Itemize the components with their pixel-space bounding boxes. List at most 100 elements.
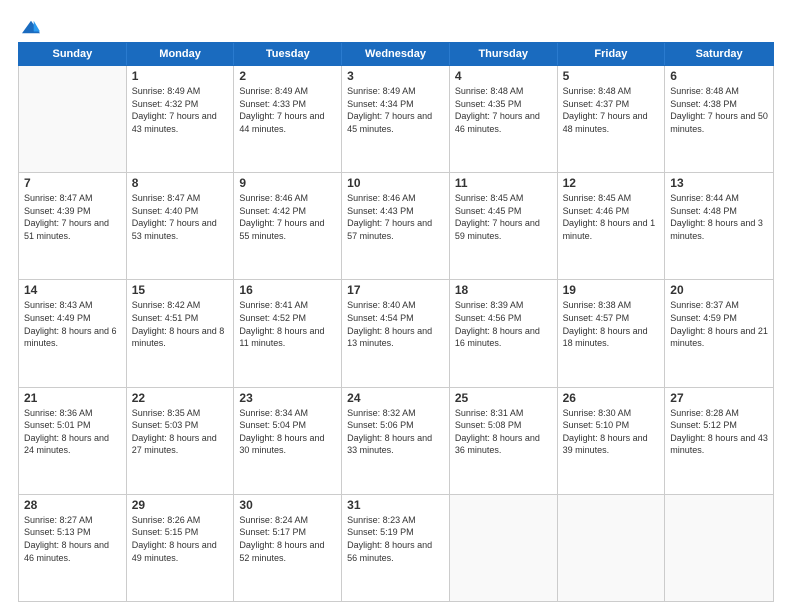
- calendar-cell: 15 Sunrise: 8:42 AMSunset: 4:51 PMDayligh…: [127, 280, 235, 386]
- day-number: 6: [670, 69, 768, 83]
- day-number: 4: [455, 69, 552, 83]
- day-number: 2: [239, 69, 336, 83]
- calendar-cell: 30Sunrise: 8:24 AMSunset: 5:17 PMDayligh…: [234, 495, 342, 601]
- cell-info: Sunrise: 8:35 AMSunset: 5:03 PMDaylight:…: [132, 407, 229, 457]
- calendar-cell: 6 Sunrise: 8:48 AMSunset: 4:38 PMDaylight…: [665, 66, 773, 172]
- weekday-header-saturday: Saturday: [665, 43, 773, 65]
- calendar-cell: 26 Sunrise: 8:30 AMSunset: 5:10 PMDayligh…: [558, 388, 666, 494]
- cell-info: Sunrise: 8:47 AMSunset: 4:39 PMDaylight:…: [24, 192, 121, 242]
- day-number: 22: [132, 391, 229, 405]
- calendar-cell: 31 Sunrise: 8:23 AMSunset: 5:19 PMDayligh…: [342, 495, 450, 601]
- day-number: 20: [670, 283, 768, 297]
- cell-info: Sunrise: 8:32 AMSunset: 5:06 PMDaylight:…: [347, 407, 444, 457]
- calendar-cell: 12Sunrise: 8:45 AMSunset: 4:46 PMDayligh…: [558, 173, 666, 279]
- day-number: 5: [563, 69, 660, 83]
- calendar-row-0: 1Sunrise: 8:49 AMSunset: 4:32 PMDaylight…: [19, 66, 773, 173]
- cell-info: Sunrise: 8:42 AMSunset: 4:51 PMDaylight:…: [132, 299, 229, 349]
- calendar-row-4: 28 Sunrise: 8:27 AMSunset: 5:13 PMDayligh…: [19, 495, 773, 601]
- cell-info: Sunrise: 8:40 AMSunset: 4:54 PMDaylight:…: [347, 299, 444, 349]
- cell-info: Sunrise: 8:41 AMSunset: 4:52 PMDaylight:…: [239, 299, 336, 349]
- calendar-cell: 3 Sunrise: 8:49 AMSunset: 4:34 PMDaylight…: [342, 66, 450, 172]
- cell-info: Sunrise: 8:49 AMSunset: 4:32 PMDaylight:…: [132, 85, 229, 135]
- calendar-cell: 9 Sunrise: 8:46 AMSunset: 4:42 PMDaylight…: [234, 173, 342, 279]
- day-number: 28: [24, 498, 121, 512]
- calendar-row-1: 7 Sunrise: 8:47 AMSunset: 4:39 PMDaylight…: [19, 173, 773, 280]
- calendar-cell: 27Sunrise: 8:28 AMSunset: 5:12 PMDayligh…: [665, 388, 773, 494]
- day-number: 31: [347, 498, 444, 512]
- cell-info: Sunrise: 8:47 AMSunset: 4:40 PMDaylight:…: [132, 192, 229, 242]
- day-number: 19: [563, 283, 660, 297]
- weekday-header-monday: Monday: [127, 43, 235, 65]
- day-number: 29: [132, 498, 229, 512]
- cell-info: Sunrise: 8:49 AMSunset: 4:34 PMDaylight:…: [347, 85, 444, 135]
- cell-info: Sunrise: 8:23 AMSunset: 5:19 PMDaylight:…: [347, 514, 444, 564]
- calendar-cell: 10 Sunrise: 8:46 AMSunset: 4:43 PMDayligh…: [342, 173, 450, 279]
- calendar-cell: 8 Sunrise: 8:47 AMSunset: 4:40 PMDaylight…: [127, 173, 235, 279]
- day-number: 7: [24, 176, 121, 190]
- calendar-cell: 22 Sunrise: 8:35 AMSunset: 5:03 PMDayligh…: [127, 388, 235, 494]
- day-number: 17: [347, 283, 444, 297]
- weekday-header-sunday: Sunday: [19, 43, 127, 65]
- calendar-cell: 16 Sunrise: 8:41 AMSunset: 4:52 PMDayligh…: [234, 280, 342, 386]
- cell-info: Sunrise: 8:38 AMSunset: 4:57 PMDaylight:…: [563, 299, 660, 349]
- day-number: 10: [347, 176, 444, 190]
- day-number: 30: [239, 498, 336, 512]
- calendar-cell: 20 Sunrise: 8:37 AMSunset: 4:59 PMDayligh…: [665, 280, 773, 386]
- logo: [18, 18, 40, 32]
- day-number: 15: [132, 283, 229, 297]
- day-number: 16: [239, 283, 336, 297]
- day-number: 3: [347, 69, 444, 83]
- cell-info: Sunrise: 8:44 AMSunset: 4:48 PMDaylight:…: [670, 192, 768, 242]
- cell-info: Sunrise: 8:26 AMSunset: 5:15 PMDaylight:…: [132, 514, 229, 564]
- calendar: SundayMondayTuesdayWednesdayThursdayFrid…: [18, 42, 774, 602]
- day-number: 18: [455, 283, 552, 297]
- header: [18, 18, 774, 32]
- day-number: 26: [563, 391, 660, 405]
- cell-info: Sunrise: 8:31 AMSunset: 5:08 PMDaylight:…: [455, 407, 552, 457]
- cell-info: Sunrise: 8:30 AMSunset: 5:10 PMDaylight:…: [563, 407, 660, 457]
- calendar-header: SundayMondayTuesdayWednesdayThursdayFrid…: [18, 42, 774, 66]
- calendar-cell: 25 Sunrise: 8:31 AMSunset: 5:08 PMDayligh…: [450, 388, 558, 494]
- calendar-cell: 11Sunrise: 8:45 AMSunset: 4:45 PMDayligh…: [450, 173, 558, 279]
- calendar-cell: 2 Sunrise: 8:49 AMSunset: 4:33 PMDaylight…: [234, 66, 342, 172]
- day-number: 27: [670, 391, 768, 405]
- calendar-cell: 23 Sunrise: 8:34 AMSunset: 5:04 PMDayligh…: [234, 388, 342, 494]
- calendar-cell: [665, 495, 773, 601]
- cell-info: Sunrise: 8:27 AMSunset: 5:13 PMDaylight:…: [24, 514, 121, 564]
- cell-info: Sunrise: 8:46 AMSunset: 4:42 PMDaylight:…: [239, 192, 336, 242]
- calendar-cell: [558, 495, 666, 601]
- cell-info: Sunrise: 8:45 AMSunset: 4:45 PMDaylight:…: [455, 192, 552, 242]
- calendar-cell: 21Sunrise: 8:36 AMSunset: 5:01 PMDayligh…: [19, 388, 127, 494]
- calendar-cell: 1Sunrise: 8:49 AMSunset: 4:32 PMDaylight…: [127, 66, 235, 172]
- calendar-body: 1Sunrise: 8:49 AMSunset: 4:32 PMDaylight…: [18, 66, 774, 602]
- cell-info: Sunrise: 8:34 AMSunset: 5:04 PMDaylight:…: [239, 407, 336, 457]
- calendar-cell: 18Sunrise: 8:39 AMSunset: 4:56 PMDayligh…: [450, 280, 558, 386]
- calendar-cell: 28 Sunrise: 8:27 AMSunset: 5:13 PMDayligh…: [19, 495, 127, 601]
- calendar-cell: [19, 66, 127, 172]
- calendar-cell: [450, 495, 558, 601]
- day-number: 23: [239, 391, 336, 405]
- cell-info: Sunrise: 8:46 AMSunset: 4:43 PMDaylight:…: [347, 192, 444, 242]
- calendar-cell: 19 Sunrise: 8:38 AMSunset: 4:57 PMDayligh…: [558, 280, 666, 386]
- calendar-cell: 29 Sunrise: 8:26 AMSunset: 5:15 PMDayligh…: [127, 495, 235, 601]
- weekday-header-wednesday: Wednesday: [342, 43, 450, 65]
- day-number: 12: [563, 176, 660, 190]
- calendar-row-3: 21Sunrise: 8:36 AMSunset: 5:01 PMDayligh…: [19, 388, 773, 495]
- calendar-cell: 4Sunrise: 8:48 AMSunset: 4:35 PMDaylight…: [450, 66, 558, 172]
- day-number: 14: [24, 283, 121, 297]
- day-number: 8: [132, 176, 229, 190]
- page: SundayMondayTuesdayWednesdayThursdayFrid…: [0, 0, 792, 612]
- calendar-cell: 14 Sunrise: 8:43 AMSunset: 4:49 PMDayligh…: [19, 280, 127, 386]
- calendar-cell: 24Sunrise: 8:32 AMSunset: 5:06 PMDayligh…: [342, 388, 450, 494]
- day-number: 13: [670, 176, 768, 190]
- day-number: 25: [455, 391, 552, 405]
- cell-info: Sunrise: 8:37 AMSunset: 4:59 PMDaylight:…: [670, 299, 768, 349]
- weekday-header-tuesday: Tuesday: [234, 43, 342, 65]
- calendar-cell: 5Sunrise: 8:48 AMSunset: 4:37 PMDaylight…: [558, 66, 666, 172]
- day-number: 9: [239, 176, 336, 190]
- cell-info: Sunrise: 8:43 AMSunset: 4:49 PMDaylight:…: [24, 299, 121, 349]
- cell-info: Sunrise: 8:49 AMSunset: 4:33 PMDaylight:…: [239, 85, 336, 135]
- cell-info: Sunrise: 8:48 AMSunset: 4:38 PMDaylight:…: [670, 85, 768, 135]
- weekday-header-friday: Friday: [558, 43, 666, 65]
- day-number: 21: [24, 391, 121, 405]
